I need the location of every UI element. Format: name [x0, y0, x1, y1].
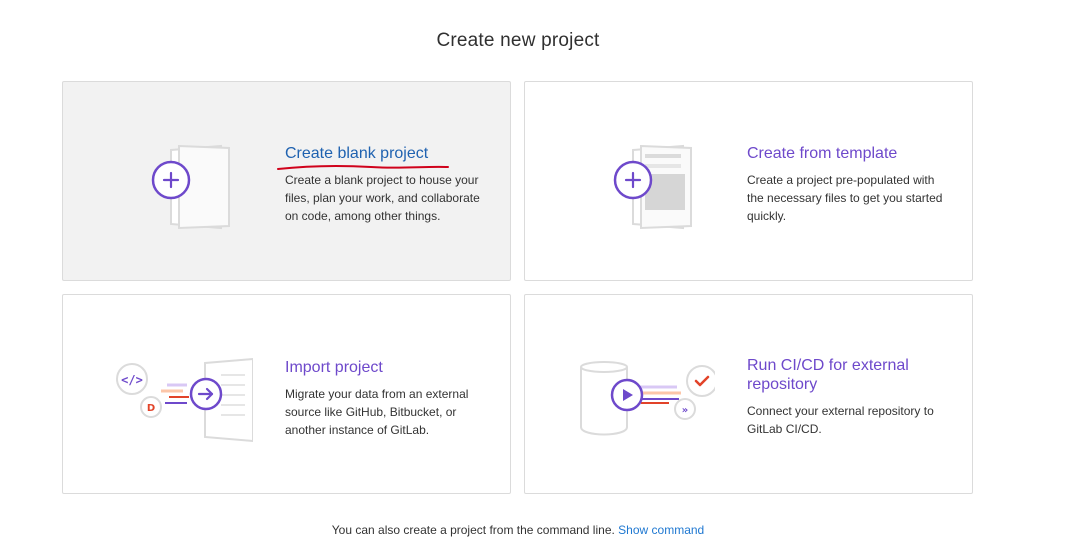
card-title[interactable]: Create blank project [285, 144, 485, 163]
command-line-hint: You can also create a project from the c… [0, 523, 1036, 537]
footer-text: You can also create a project from the c… [331, 523, 615, 537]
page-title: Create new project [436, 30, 600, 51]
card-description: Migrate your data from an external sourc… [285, 387, 469, 437]
template-project-icon [613, 144, 692, 230]
card-description: Create a project pre-populated with the … [747, 173, 943, 223]
ci-cd-project-icon: » [580, 361, 715, 436]
svg-text:</>: </> [121, 373, 143, 387]
create-blank-project-card[interactable]: Create blank project Create a blank proj… [62, 81, 511, 281]
run-ci-cd-card[interactable]: » Run CI/CD for external repository Conn… [524, 294, 973, 494]
import-project-icon: </> D [116, 357, 253, 443]
import-project-card[interactable]: </> D Import project Migrate your data f… [62, 294, 511, 494]
blank-project-icon [151, 144, 230, 230]
card-description: Create a blank project to house your fil… [285, 173, 480, 223]
show-command-link[interactable]: Show command [618, 523, 704, 537]
card-title[interactable]: Import project [285, 358, 485, 377]
create-from-template-card[interactable]: Create from template Create a project pr… [524, 81, 973, 281]
card-description: Connect your external repository to GitL… [747, 404, 934, 436]
svg-text:D: D [147, 403, 155, 414]
annotation-underline [277, 164, 449, 170]
card-title[interactable]: Run CI/CD for external repository [747, 356, 947, 394]
svg-text:»: » [682, 405, 688, 416]
card-title[interactable]: Create from template [747, 144, 947, 163]
